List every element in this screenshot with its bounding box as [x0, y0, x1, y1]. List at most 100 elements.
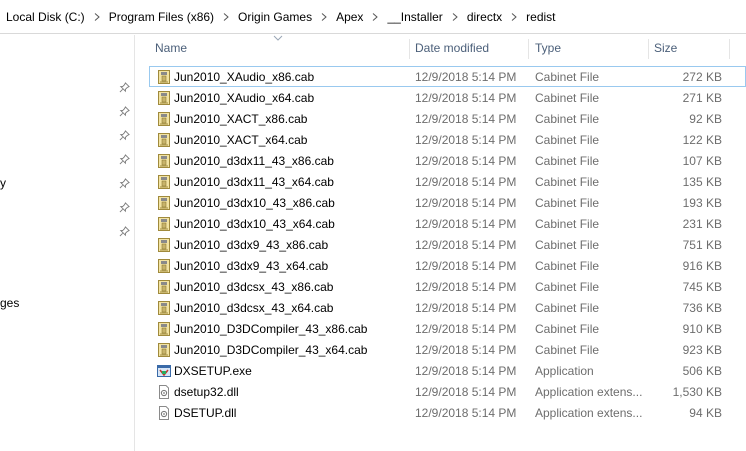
- breadcrumb-redist[interactable]: redist: [524, 10, 557, 24]
- file-date-modified: 12/9/2018 5:14 PM: [415, 90, 517, 105]
- cabinet-file-icon: [156, 276, 172, 297]
- file-size: 231 KB: [682, 216, 722, 231]
- file-name: Jun2010_d3dcsx_43_x64.cab: [174, 300, 334, 315]
- file-size: 122 KB: [682, 132, 722, 147]
- file-size: 751 KB: [682, 237, 722, 252]
- file-size: 923 KB: [682, 342, 722, 357]
- file-row[interactable]: Jun2010_d3dx9_43_x86.cab 12/9/2018 5:14 P…: [149, 234, 746, 255]
- file-date-modified: 12/9/2018 5:14 PM: [415, 321, 517, 336]
- file-type: Cabinet File: [535, 237, 600, 252]
- breadcrumb-origin-games[interactable]: Origin Games: [236, 10, 314, 24]
- file-row[interactable]: Jun2010_XACT_x86.cab 12/9/2018 5:14 PM Cab…: [149, 108, 746, 129]
- file-type: Application: [535, 363, 594, 378]
- nav-item-fragment[interactable]: y: [0, 176, 6, 190]
- file-type: Cabinet File: [535, 132, 600, 147]
- breadcrumb-local-disk[interactable]: Local Disk (C:): [4, 10, 87, 24]
- file-name: Jun2010_D3DCompiler_43_x64.cab: [174, 342, 368, 357]
- cabinet-file-icon: [156, 171, 172, 192]
- file-size: 193 KB: [682, 195, 722, 210]
- file-date-modified: 12/9/2018 5:14 PM: [415, 384, 517, 399]
- file-size: 916 KB: [682, 258, 722, 273]
- file-date-modified: 12/9/2018 5:14 PM: [415, 237, 517, 252]
- file-date-modified: 12/9/2018 5:14 PM: [415, 174, 517, 189]
- cabinet-file-icon: [156, 234, 172, 255]
- file-date-modified: 12/9/2018 5:14 PM: [415, 111, 517, 126]
- file-size: 92 KB: [689, 111, 722, 126]
- file-date-modified: 12/9/2018 5:14 PM: [415, 195, 517, 210]
- file-name: DSETUP.dll: [174, 405, 237, 420]
- file-type: Cabinet File: [535, 111, 600, 126]
- file-name: Jun2010_d3dx10_43_x64.cab: [174, 216, 335, 231]
- file-type: Cabinet File: [535, 195, 600, 210]
- cabinet-file-icon: [156, 87, 172, 108]
- pin-icon[interactable]: [117, 200, 131, 214]
- column-header-size[interactable]: Size: [648, 35, 728, 61]
- file-name: Jun2010_d3dx11_43_x64.cab: [174, 174, 334, 189]
- file-row[interactable]: Jun2010_D3DCompiler_43_x64.cab 12/9/2018 …: [149, 339, 746, 360]
- chevron-right-icon[interactable]: [445, 6, 465, 28]
- file-row[interactable]: Jun2010_d3dx10_43_x64.cab 12/9/2018 5:14 …: [149, 213, 746, 234]
- cabinet-file-icon: [156, 150, 172, 171]
- chevron-right-icon[interactable]: [504, 6, 524, 28]
- file-type: Application extens...: [535, 384, 643, 399]
- breadcrumb: Local Disk (C:) Program Files (x86) Orig…: [4, 6, 558, 28]
- pin-icon[interactable]: [117, 224, 131, 238]
- navigation-pane: y ges: [0, 35, 135, 451]
- cabinet-file-icon: [156, 339, 172, 360]
- cabinet-file-icon: [156, 318, 172, 339]
- column-header-date[interactable]: Date modified: [409, 35, 529, 61]
- column-header-name[interactable]: Name: [149, 35, 411, 61]
- file-size: 135 KB: [682, 174, 722, 189]
- file-row[interactable]: DSETUP.dll 12/9/2018 5:14 PM Application e…: [149, 402, 746, 423]
- file-row[interactable]: Jun2010_d3dx10_43_x86.cab 12/9/2018 5:14 …: [149, 192, 746, 213]
- file-row[interactable]: Jun2010_d3dx11_43_x86.cab 12/9/2018 5:14 …: [149, 150, 746, 171]
- cabinet-file-icon: [156, 66, 172, 87]
- chevron-right-icon[interactable]: [87, 6, 107, 28]
- file-row[interactable]: DXSETUP.exe 12/9/2018 5:14 PM Application 5…: [149, 360, 746, 381]
- pin-icon[interactable]: [117, 152, 131, 166]
- column-header-row: Name Date modified Type Size: [136, 35, 746, 61]
- column-header-type[interactable]: Type: [529, 35, 647, 61]
- file-row[interactable]: Jun2010_D3DCompiler_43_x86.cab 12/9/2018 …: [149, 318, 746, 339]
- file-type: Cabinet File: [535, 300, 600, 315]
- file-size: 910 KB: [682, 321, 722, 336]
- pin-icon[interactable]: [117, 176, 131, 190]
- file-size: 272 KB: [682, 69, 722, 84]
- file-row[interactable]: Jun2010_d3dx11_43_x64.cab 12/9/2018 5:14 …: [149, 171, 746, 192]
- pin-icon[interactable]: [117, 128, 131, 142]
- pin-icon[interactable]: [117, 80, 131, 94]
- nav-item-fragment[interactable]: ges: [0, 296, 19, 310]
- file-list: Jun2010_XAudio_x86.cab 12/9/2018 5:14 PM C…: [149, 66, 746, 423]
- file-row[interactable]: dsetup32.dll 12/9/2018 5:14 PM Application…: [149, 381, 746, 402]
- file-name: DXSETUP.exe: [174, 363, 252, 378]
- file-date-modified: 12/9/2018 5:14 PM: [415, 342, 517, 357]
- file-row[interactable]: Jun2010_d3dcsx_43_x64.cab 12/9/2018 5:14 …: [149, 297, 746, 318]
- chevron-right-icon[interactable]: [216, 6, 236, 28]
- column-divider[interactable]: [729, 39, 730, 59]
- breadcrumb-apex[interactable]: Apex: [334, 10, 365, 24]
- file-type: Application extens...: [535, 405, 643, 420]
- file-type: Cabinet File: [535, 321, 600, 336]
- chevron-right-icon[interactable]: [314, 6, 334, 28]
- file-type: Cabinet File: [535, 216, 600, 231]
- address-bar[interactable]: Local Disk (C:) Program Files (x86) Orig…: [0, 0, 746, 34]
- breadcrumb-program-files[interactable]: Program Files (x86): [107, 10, 216, 24]
- file-name: Jun2010_XAudio_x86.cab: [174, 69, 315, 84]
- file-row[interactable]: Jun2010_d3dx9_43_x64.cab 12/9/2018 5:14 P…: [149, 255, 746, 276]
- file-date-modified: 12/9/2018 5:14 PM: [415, 279, 517, 294]
- file-type: Cabinet File: [535, 279, 600, 294]
- file-row[interactable]: Jun2010_XAudio_x64.cab 12/9/2018 5:14 PM C…: [149, 87, 746, 108]
- breadcrumb-installer[interactable]: __Installer: [385, 10, 444, 24]
- file-row[interactable]: Jun2010_XAudio_x86.cab 12/9/2018 5:14 PM C…: [149, 66, 746, 87]
- file-size: 94 KB: [689, 405, 722, 420]
- file-name: Jun2010_d3dx10_43_x86.cab: [174, 195, 335, 210]
- file-row[interactable]: Jun2010_XACT_x64.cab 12/9/2018 5:14 PM Cab…: [149, 129, 746, 150]
- file-date-modified: 12/9/2018 5:14 PM: [415, 216, 517, 231]
- file-row[interactable]: Jun2010_d3dcsx_43_x86.cab 12/9/2018 5:14 …: [149, 276, 746, 297]
- cabinet-file-icon: [156, 129, 172, 150]
- file-size: 736 KB: [682, 300, 722, 315]
- pin-icon[interactable]: [117, 104, 131, 118]
- chevron-right-icon[interactable]: [365, 6, 385, 28]
- file-size: 271 KB: [682, 90, 722, 105]
- breadcrumb-directx[interactable]: directx: [465, 10, 504, 24]
